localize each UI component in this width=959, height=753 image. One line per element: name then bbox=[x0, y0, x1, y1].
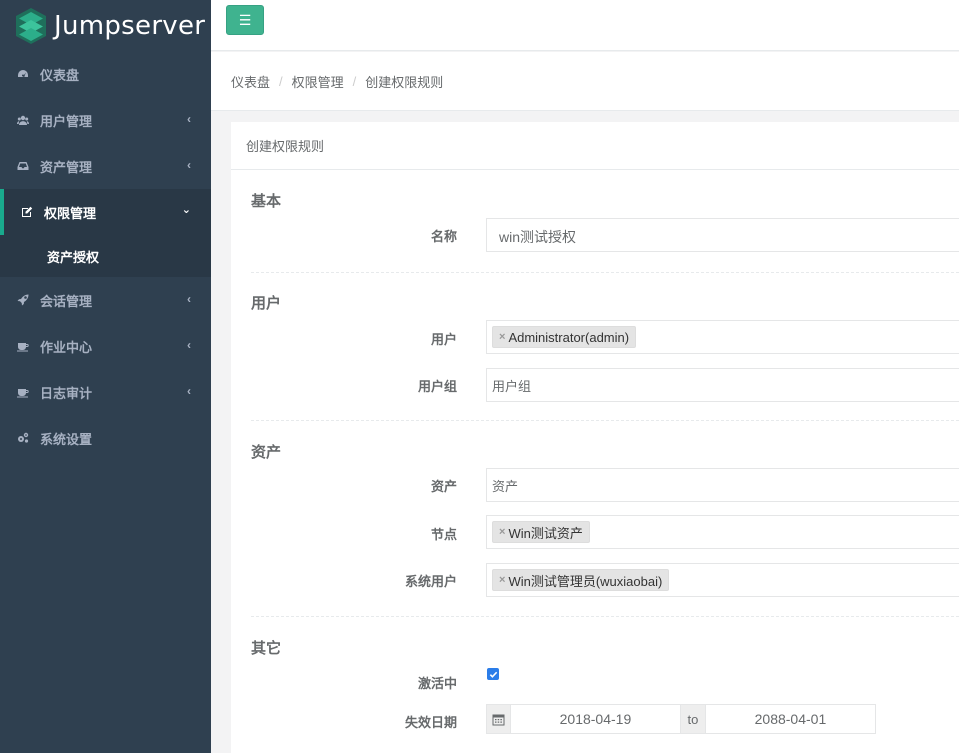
sidebar-item-label: 用户管理 bbox=[40, 113, 93, 129]
selected-user-label: Administrator(admin) bbox=[508, 329, 630, 345]
section-heading-basic: 基本 bbox=[251, 193, 282, 210]
logo[interactable]: Jumpserver bbox=[0, 0, 211, 51]
users-select[interactable]: × Administrator(admin) bbox=[486, 320, 959, 354]
gears-icon bbox=[16, 431, 30, 445]
sidebar-item-settings[interactable]: 系统设置 bbox=[0, 415, 211, 461]
selected-system-user-label: Win测试管理员(wuxiaobai) bbox=[508, 573, 663, 589]
name-input[interactable]: win测试授权 bbox=[486, 218, 959, 252]
jumpserver-logo-icon bbox=[16, 7, 46, 44]
assets-placeholder: 资产 bbox=[492, 479, 519, 494]
rocket-icon bbox=[16, 293, 30, 307]
inbox-icon bbox=[16, 159, 30, 173]
chevron-left-icon: ‹ bbox=[187, 338, 191, 352]
coffee-icon bbox=[16, 339, 30, 353]
selected-user-tag: × Administrator(admin) bbox=[492, 326, 637, 348]
sidebar-item-label: 资产管理 bbox=[40, 159, 93, 175]
sidebar-item-label: 日志审计 bbox=[40, 385, 93, 401]
section-heading-asset: 资产 bbox=[251, 444, 282, 461]
logo-text: Jumpserver bbox=[54, 10, 206, 41]
start-date-input[interactable]: 2018-04-19 bbox=[511, 705, 680, 733]
sidebar-item-label: 作业中心 bbox=[40, 339, 93, 355]
assets-select[interactable]: 资产 bbox=[486, 468, 959, 502]
chevron-left-icon: ‹ bbox=[187, 292, 191, 306]
expire-date-label: 失效日期 bbox=[404, 715, 457, 730]
name-input-value: win测试授权 bbox=[499, 229, 577, 245]
sidebar-nav: 仪表盘 用户管理 ‹ 资产管理 ‹ 权限管理 ⌄ 资产授权 会话管理 ‹ 作业中… bbox=[0, 51, 211, 461]
user-groups-select[interactable]: 用户组 bbox=[486, 368, 959, 402]
sidebar-item-assets[interactable]: 资产管理 ‹ bbox=[0, 143, 211, 189]
sidebar-subitem-label: 资产授权 bbox=[47, 249, 100, 265]
sidebar-item-label: 会话管理 bbox=[40, 293, 93, 309]
nodes-label: 节点 bbox=[430, 527, 457, 542]
coffee-icon bbox=[16, 385, 30, 399]
user-groups-label: 用户组 bbox=[417, 379, 457, 394]
chevron-left-icon: ‹ bbox=[187, 384, 191, 398]
section-heading-user: 用户 bbox=[251, 295, 282, 312]
users-icon bbox=[16, 113, 30, 127]
chevron-left-icon: ‹ bbox=[187, 158, 191, 172]
sidebar-item-label: 系统设置 bbox=[40, 431, 93, 447]
assets-label: 资产 bbox=[430, 479, 457, 494]
selected-system-user-tag: × Win测试管理员(wuxiaobai) bbox=[492, 569, 670, 591]
selected-node-label: Win测试资产 bbox=[508, 525, 583, 541]
sidebar-item-audit-logs[interactable]: 日志审计 ‹ bbox=[0, 369, 211, 415]
date-range-to-label: to bbox=[680, 705, 706, 733]
tag-remove-icon[interactable]: × bbox=[499, 574, 505, 586]
sidebar-item-permissions[interactable]: 权限管理 ⌄ bbox=[0, 189, 211, 235]
nodes-select[interactable]: × Win测试资产 bbox=[486, 515, 959, 549]
active-label: 激活中 bbox=[417, 676, 457, 691]
chevron-left-icon: ‹ bbox=[187, 112, 191, 126]
breadcrumb-separator: / bbox=[352, 73, 357, 89]
breadcrumb: 仪表盘 / 权限管理 / 创建权限规则 bbox=[211, 52, 959, 111]
section-divider bbox=[251, 420, 959, 421]
section-heading-other: 其它 bbox=[251, 640, 282, 657]
end-date-input[interactable]: 2088-04-01 bbox=[706, 705, 875, 733]
user-groups-placeholder: 用户组 bbox=[492, 379, 532, 394]
sidebar-item-label: 权限管理 bbox=[44, 205, 97, 221]
checkmark-icon bbox=[489, 671, 497, 678]
breadcrumb-item-dashboard[interactable]: 仪表盘 bbox=[231, 72, 270, 91]
tag-remove-icon[interactable]: × bbox=[499, 526, 505, 538]
panel-title: 创建权限规则 bbox=[231, 122, 959, 170]
expire-date-range: 2018-04-19 to 2088-04-01 bbox=[486, 704, 876, 734]
dashboard-icon bbox=[16, 67, 30, 81]
name-label: 名称 bbox=[430, 229, 457, 244]
system-users-label: 系统用户 bbox=[404, 574, 457, 589]
breadcrumb-separator: / bbox=[279, 73, 283, 89]
selected-node-tag: × Win测试资产 bbox=[492, 521, 590, 543]
users-label: 用户 bbox=[430, 332, 457, 347]
sidebar-item-label: 仪表盘 bbox=[40, 67, 80, 83]
form-panel: 创建权限规则 基本 名称 win测试授权 用户 用户 × Administrat… bbox=[231, 122, 959, 753]
sidebar-item-users[interactable]: 用户管理 ‹ bbox=[0, 97, 211, 143]
sidebar: Jumpserver 仪表盘 用户管理 ‹ 资产管理 ‹ 权限管理 ⌄ 资产授权… bbox=[0, 0, 211, 753]
calendar-icon bbox=[487, 705, 511, 733]
sidebar-item-dashboard[interactable]: 仪表盘 bbox=[0, 51, 211, 97]
hamburger-icon: ☰ bbox=[238, 12, 252, 28]
chevron-down-icon: ⌄ bbox=[181, 204, 191, 216]
system-users-select[interactable]: × Win测试管理员(wuxiaobai) bbox=[486, 563, 959, 597]
tag-remove-icon[interactable]: × bbox=[499, 331, 505, 343]
sidebar-item-jobs[interactable]: 作业中心 ‹ bbox=[0, 323, 211, 369]
section-divider bbox=[251, 616, 959, 617]
sidebar-subitem-asset-permission[interactable]: 资产授权 bbox=[0, 235, 211, 277]
top-navbar: ☰ bbox=[211, 0, 959, 51]
breadcrumb-item-permissions[interactable]: 权限管理 bbox=[292, 72, 344, 91]
section-divider bbox=[251, 272, 959, 273]
active-checkbox[interactable] bbox=[487, 668, 499, 680]
edit-icon bbox=[20, 205, 34, 219]
breadcrumb-item-current: 创建权限规则 bbox=[365, 74, 444, 90]
sidebar-toggle-button[interactable]: ☰ bbox=[226, 5, 264, 35]
sidebar-item-sessions[interactable]: 会话管理 ‹ bbox=[0, 277, 211, 323]
